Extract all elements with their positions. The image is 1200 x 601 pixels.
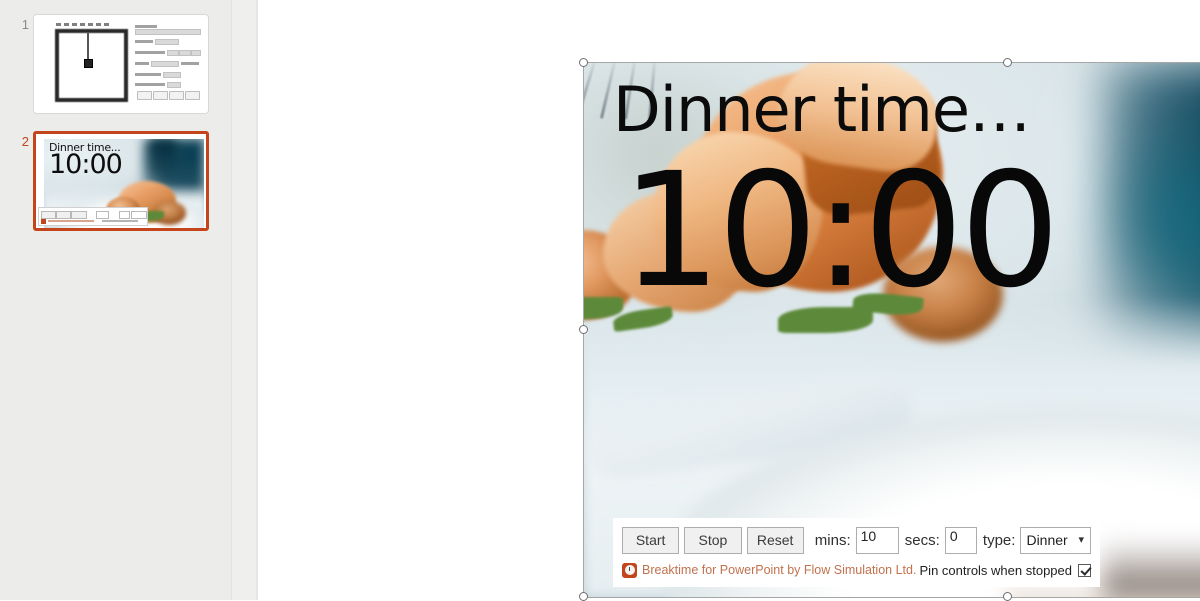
slide-thumbnail-2[interactable]: Dinner time... 10:00 [33,131,209,231]
mins-input[interactable]: 10 [855,526,899,554]
slide-thumbnail-1[interactable] [33,14,209,114]
credit-row: Breaktime for PowerPoint by Flow Simulat… [622,559,1091,581]
powerpoint-editor-window: 1 2 Dinner time... 10:00 Dinner time… 10… [0,0,1200,601]
mins-label: mins: [814,531,851,549]
slide-1-settings-form [135,25,201,101]
slide-2-preview: Dinner time... 10:00 [36,134,206,228]
breaktime-credit-text[interactable]: Breaktime for PowerPoint by Flow Simulat… [642,563,916,577]
breaktime-control-panel[interactable]: Start Stop Reset mins: 10 secs: 0 type: … [613,518,1100,587]
slide-1-menu-strip [56,23,112,26]
slide-2-controls-panel [38,207,148,226]
stop-button[interactable]: Stop [684,526,742,554]
secs-input[interactable]: 0 [944,526,977,554]
slide-editing-canvas[interactable]: Dinner time… 10:00 Start Stop Reset mins… [258,0,1200,601]
slide-number-2: 2 [21,134,29,149]
slide-number-1: 1 [21,17,29,32]
slide-1-preview [34,15,208,113]
slide-1-clock-hub [84,59,93,68]
pin-controls-group[interactable]: Pin controls when stopped [920,563,1091,578]
type-label: type: [982,531,1016,549]
breaktime-clock-icon [622,562,637,578]
slide-2-timer-text: 10:00 [49,149,123,180]
panel-gap [232,0,257,600]
type-select-value: Dinner [1026,531,1068,548]
countdown-timer-display[interactable]: 10:00 [621,152,1060,310]
chevron-down-icon: ▾ [1078,533,1084,546]
timer-controls-row: Start Stop Reset mins: 10 secs: 0 type: … [622,526,1091,554]
photo-table-shadow [1103,538,1200,598]
start-button[interactable]: Start [622,526,680,554]
type-select[interactable]: Dinner ▾ [1020,526,1091,554]
slide-title[interactable]: Dinner time… [613,79,1031,141]
slide-navigator-panel: 1 2 Dinner time... 10:00 [0,0,231,600]
reset-button[interactable]: Reset [746,526,804,554]
slide-1-clock-hand [87,33,89,61]
secs-label: secs: [904,531,940,549]
pin-controls-checkbox[interactable] [1078,563,1091,577]
slide-surface[interactable]: Dinner time… 10:00 Start Stop Reset mins… [583,12,1200,598]
pin-controls-label: Pin controls when stopped [919,562,1072,578]
